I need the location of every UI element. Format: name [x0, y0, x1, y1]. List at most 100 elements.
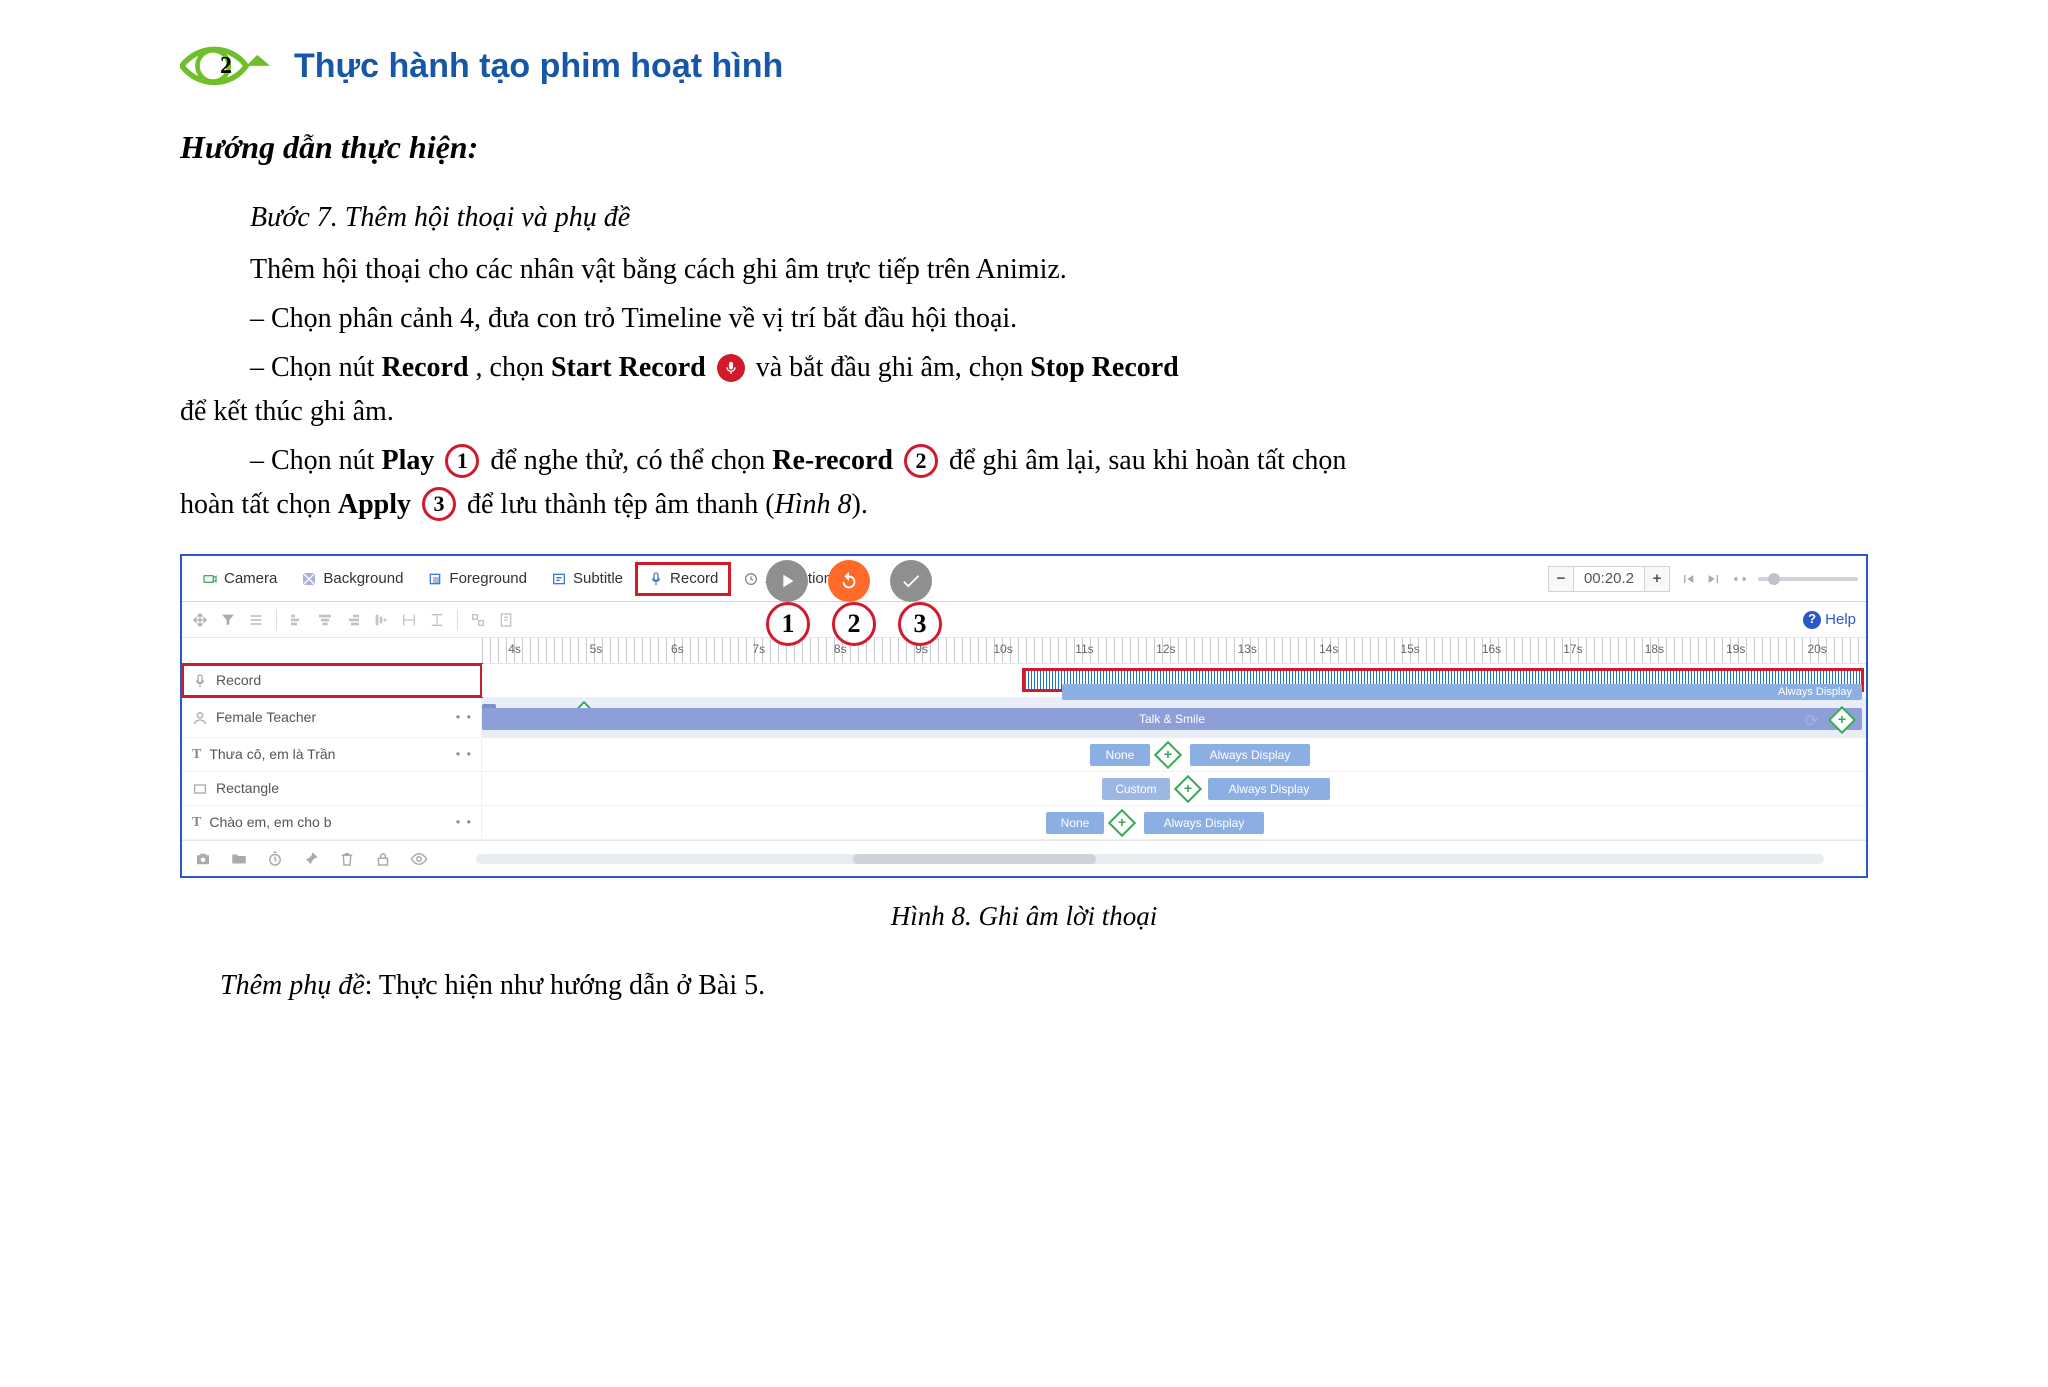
animiz-screenshot: 1 2 3 Camera Background Foreground Subti…	[180, 554, 1868, 878]
overlay-callout-3: 3	[898, 602, 942, 646]
figure-caption: Hình 8. Ghi âm lời thoại	[180, 896, 1868, 938]
goto-start-icon[interactable]	[1680, 571, 1696, 587]
track-lane-rectangle[interactable]: Custom Always Display	[482, 772, 1866, 805]
spacing-icon-2[interactable]	[429, 612, 445, 628]
trash-icon[interactable]	[338, 850, 356, 868]
clip-custom[interactable]: Custom	[1102, 778, 1170, 800]
clip-talk-smile[interactable]: Talk & Smile	[482, 708, 1862, 730]
time-zoom-control[interactable]: − 00:20.2 +	[1548, 566, 1670, 592]
apply-label: Apply	[338, 489, 411, 520]
timeline-ruler[interactable]: 4s5s6s7s8s9s10s11s12s13s14s15s16s17s18s1…	[482, 638, 1866, 664]
keyframe-dots: • •	[456, 708, 471, 727]
track-lane-text1[interactable]: None Always Display	[482, 738, 1866, 771]
bullet-line-1: – Chọn phân cảnh 4, đưa con trỏ Timeline…	[250, 297, 1868, 340]
eye-icon[interactable]	[410, 850, 428, 868]
apply-button[interactable]	[890, 560, 932, 602]
eye-bullet-icon: 2	[180, 42, 272, 90]
pin-icon[interactable]	[302, 850, 320, 868]
tab-foreground[interactable]: Foreground	[415, 556, 539, 601]
tab-label: Foreground	[449, 567, 527, 590]
help-link[interactable]: ? Help	[1803, 608, 1856, 631]
track-label-text2[interactable]: T Chào em, em cho b • •	[182, 806, 482, 839]
right-tools: − 00:20.2 +	[1548, 566, 1858, 592]
add-keyframe-icon[interactable]	[1174, 775, 1202, 803]
clip-none[interactable]: None	[1090, 744, 1150, 766]
clip-always-display[interactable]: Always Display	[1144, 812, 1264, 834]
bar-label: Talk & Smile	[1139, 710, 1205, 729]
repeat-icon[interactable]: ⟳	[1805, 710, 1818, 735]
text: hoàn tất chọn	[180, 489, 338, 520]
tab-subtitle[interactable]: Subtitle	[539, 556, 635, 601]
subtitle-instruction: Thêm phụ đề: Thực hiện như hướng dẫn ở B…	[220, 964, 1868, 1007]
list-icon[interactable]	[248, 612, 264, 628]
track-text-2: T Chào em, em cho b • • None Always Disp…	[182, 806, 1866, 840]
text: để lưu thành tệp âm thanh (	[467, 489, 775, 520]
keyframe-dots: • •	[456, 745, 471, 764]
ruler-tick: 10s	[993, 640, 1012, 659]
section-header: 2 Thực hành tạo phim hoạt hình	[180, 40, 1868, 93]
fit-icon[interactable]	[1732, 571, 1748, 587]
ruler-tick: 15s	[1400, 640, 1419, 659]
filter-tool-row: ? Help	[182, 602, 1866, 638]
align-icon-4[interactable]	[373, 612, 389, 628]
add-keyframe-icon[interactable]	[1108, 809, 1136, 837]
text: , chọn	[476, 352, 551, 383]
tab-background[interactable]: Background	[289, 556, 415, 601]
horizontal-scrollbar[interactable]	[476, 854, 1824, 864]
folder-icon[interactable]	[230, 850, 248, 868]
ruler-tick: 12s	[1156, 640, 1175, 659]
bullet-line-3: – Chọn nút Play 1 để nghe thử, có thể ch…	[250, 439, 1868, 526]
tab-camera[interactable]: Camera	[190, 556, 289, 601]
rerecord-button[interactable]	[828, 560, 870, 602]
clip-none[interactable]: None	[1046, 812, 1104, 834]
tab-label: Record	[670, 567, 718, 590]
mic-icon	[717, 354, 745, 382]
stop-record-label: Stop Record	[1030, 352, 1179, 383]
align-icon-1[interactable]	[289, 612, 305, 628]
bottom-toolbar	[182, 840, 1866, 876]
play-button[interactable]	[766, 560, 808, 602]
bullet-number: 2	[220, 48, 232, 85]
track-label-female-teacher[interactable]: Female Teacher • •	[182, 698, 482, 737]
zoom-in-button[interactable]: +	[1644, 566, 1670, 592]
help-icon: ?	[1803, 611, 1821, 629]
record-label: Record	[381, 352, 468, 383]
text: và bắt đầu ghi âm, chọn	[756, 352, 1030, 383]
ruler-tick: 16s	[1482, 640, 1501, 659]
spacing-icon-1[interactable]	[401, 612, 417, 628]
track-label-rectangle[interactable]: Rectangle	[182, 772, 482, 805]
help-label: Help	[1825, 608, 1856, 631]
track-female-teacher: Female Teacher • • Always Display Talk &…	[182, 698, 1866, 738]
timer-icon[interactable]	[266, 850, 284, 868]
track-lane-female-teacher[interactable]: Always Display Talk & Smile ⟳	[482, 698, 1866, 737]
clip-always-display[interactable]: Always Display	[1190, 744, 1310, 766]
lock-icon[interactable]	[374, 850, 392, 868]
add-keyframe-icon[interactable]	[1154, 741, 1182, 769]
tab-label: Subtitle	[573, 567, 623, 590]
label-text: Female Teacher	[216, 707, 316, 729]
tab-record[interactable]: Record	[635, 562, 731, 596]
goto-end-icon[interactable]	[1706, 571, 1722, 587]
clip-always-display[interactable]: Always Display	[1208, 778, 1330, 800]
callout-3: 3	[422, 487, 456, 521]
tab-label: Background	[323, 567, 403, 590]
align-icon-3[interactable]	[345, 612, 361, 628]
filter-icon[interactable]	[220, 612, 236, 628]
ruler-tick: 11s	[1075, 640, 1093, 659]
track-label-text1[interactable]: T Thưa cô, em là Trần • •	[182, 738, 482, 771]
group-icon[interactable]	[470, 612, 486, 628]
label-text: Chào em, em cho b	[209, 812, 331, 834]
overlay-callout-2: 2	[832, 602, 876, 646]
section-title: Thực hành tạo phim hoạt hình	[294, 40, 783, 93]
align-icon-2[interactable]	[317, 612, 333, 628]
move-icon[interactable]	[192, 612, 208, 628]
ruler-tick: 13s	[1238, 640, 1257, 659]
zoom-out-button[interactable]: −	[1548, 566, 1574, 592]
clip-always-display[interactable]: Always Display	[1062, 684, 1862, 700]
camera-icon[interactable]	[194, 850, 212, 868]
track-lane-text2[interactable]: None Always Display	[482, 806, 1866, 839]
record-action-buttons	[762, 560, 936, 602]
track-label-record[interactable]: Record	[182, 664, 482, 697]
zoom-slider[interactable]	[1758, 577, 1858, 581]
page-icon[interactable]	[498, 612, 514, 628]
